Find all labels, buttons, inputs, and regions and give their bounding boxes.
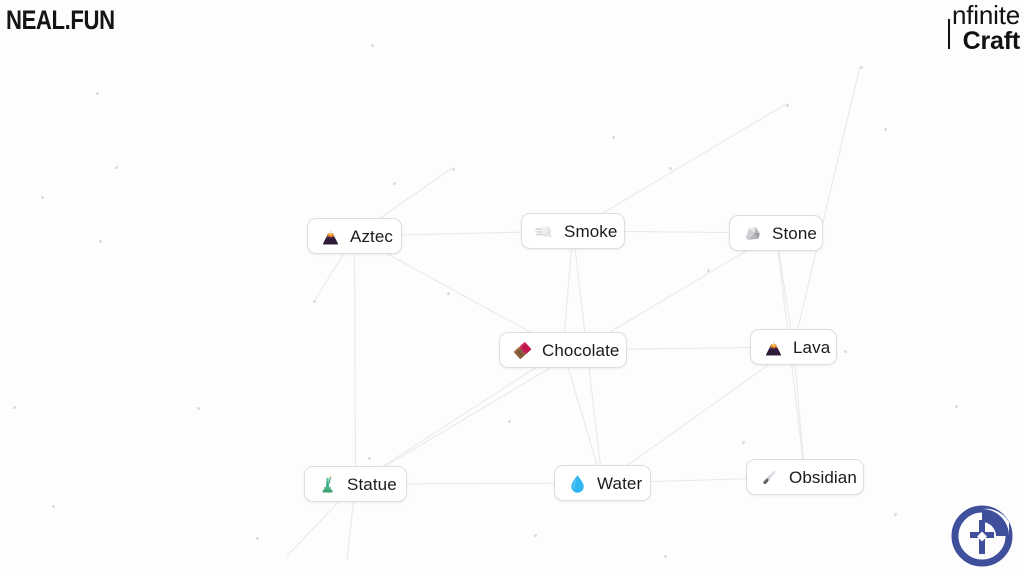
element-card-label: Obsidian — [789, 467, 857, 487]
logo-line-craft: Craft — [962, 27, 1021, 55]
background-speck — [115, 166, 118, 169]
background-speck — [508, 420, 511, 423]
background-speck — [894, 513, 897, 516]
element-card-obsidian[interactable]: Obsidian — [746, 459, 864, 495]
background-speck — [197, 407, 200, 410]
infinite-craft-board[interactable]: Aztec Smoke Stone Chocolate Lava Statue … — [0, 0, 1024, 576]
element-card-stone[interactable]: Stone — [729, 215, 823, 251]
element-card-smoke[interactable]: Smoke — [521, 213, 625, 249]
knife-blade-emoji — [759, 467, 780, 488]
rock-emoji — [742, 223, 763, 244]
statue-of-liberty-emoji — [317, 474, 338, 495]
background-speck — [447, 292, 450, 295]
connection-line-lava-obsidian — [792, 346, 806, 478]
circular-g-monogram-icon — [948, 502, 1016, 570]
neal-fun-logo[interactable]: NEAL.FUN — [6, 6, 115, 35]
background-speck — [52, 505, 55, 508]
connection-line-lava-stray — [792, 65, 861, 348]
background-speck — [612, 136, 615, 139]
background-speck — [955, 405, 958, 408]
background-speck — [313, 300, 316, 303]
background-speck — [742, 441, 745, 444]
background-speck — [368, 457, 371, 460]
logo-line-infinite: nfinite — [945, 0, 1020, 49]
background-specks — [0, 0, 1024, 576]
element-card-statue[interactable]: Statue — [304, 466, 407, 502]
background-speck — [844, 350, 847, 353]
volcano-emoji — [320, 226, 341, 247]
background-speck — [860, 66, 863, 69]
background-speck — [13, 406, 16, 409]
element-card-label: Stone — [772, 223, 817, 243]
infinite-craft-logo: nfinite Craft — [945, 2, 1020, 54]
background-speck — [96, 92, 99, 95]
logo-infinite-text: nfinite — [952, 0, 1020, 30]
background-speck — [707, 269, 710, 272]
background-speck — [669, 167, 672, 170]
element-card-label: Aztec — [350, 226, 394, 246]
element-card-label: Chocolate — [542, 340, 620, 360]
connection-line-chocolate-statue — [355, 349, 564, 485]
connection-line-aztec-statue — [353, 235, 357, 485]
background-speck — [884, 128, 887, 131]
connection-lines — [286, 65, 861, 561]
chocolate-bar-emoji — [512, 340, 533, 361]
element-card-label: Statue — [347, 474, 397, 494]
smoke-puff-emoji — [534, 221, 555, 242]
background-speck — [534, 534, 537, 537]
background-speck — [371, 44, 374, 47]
element-card-lava[interactable]: Lava — [750, 329, 837, 365]
background-speck — [452, 168, 455, 171]
element-card-label: Water — [597, 473, 643, 493]
element-card-label: Lava — [793, 337, 831, 357]
background-speck — [664, 555, 667, 558]
connection-line-smoke-stray — [572, 103, 787, 232]
element-card-label: Smoke — [564, 221, 618, 241]
volcano-emoji — [763, 337, 784, 358]
background-speck — [99, 240, 102, 243]
background-speck — [393, 182, 396, 185]
element-card-chocolate[interactable]: Chocolate — [499, 332, 627, 368]
water-droplet-emoji — [567, 473, 588, 494]
background-speck — [256, 537, 259, 540]
element-card-water[interactable]: Water — [554, 465, 651, 501]
background-speck — [41, 196, 44, 199]
element-card-aztec[interactable]: Aztec — [307, 218, 402, 254]
background-speck — [786, 104, 789, 107]
connection-line-chocolate-water — [562, 349, 604, 484]
